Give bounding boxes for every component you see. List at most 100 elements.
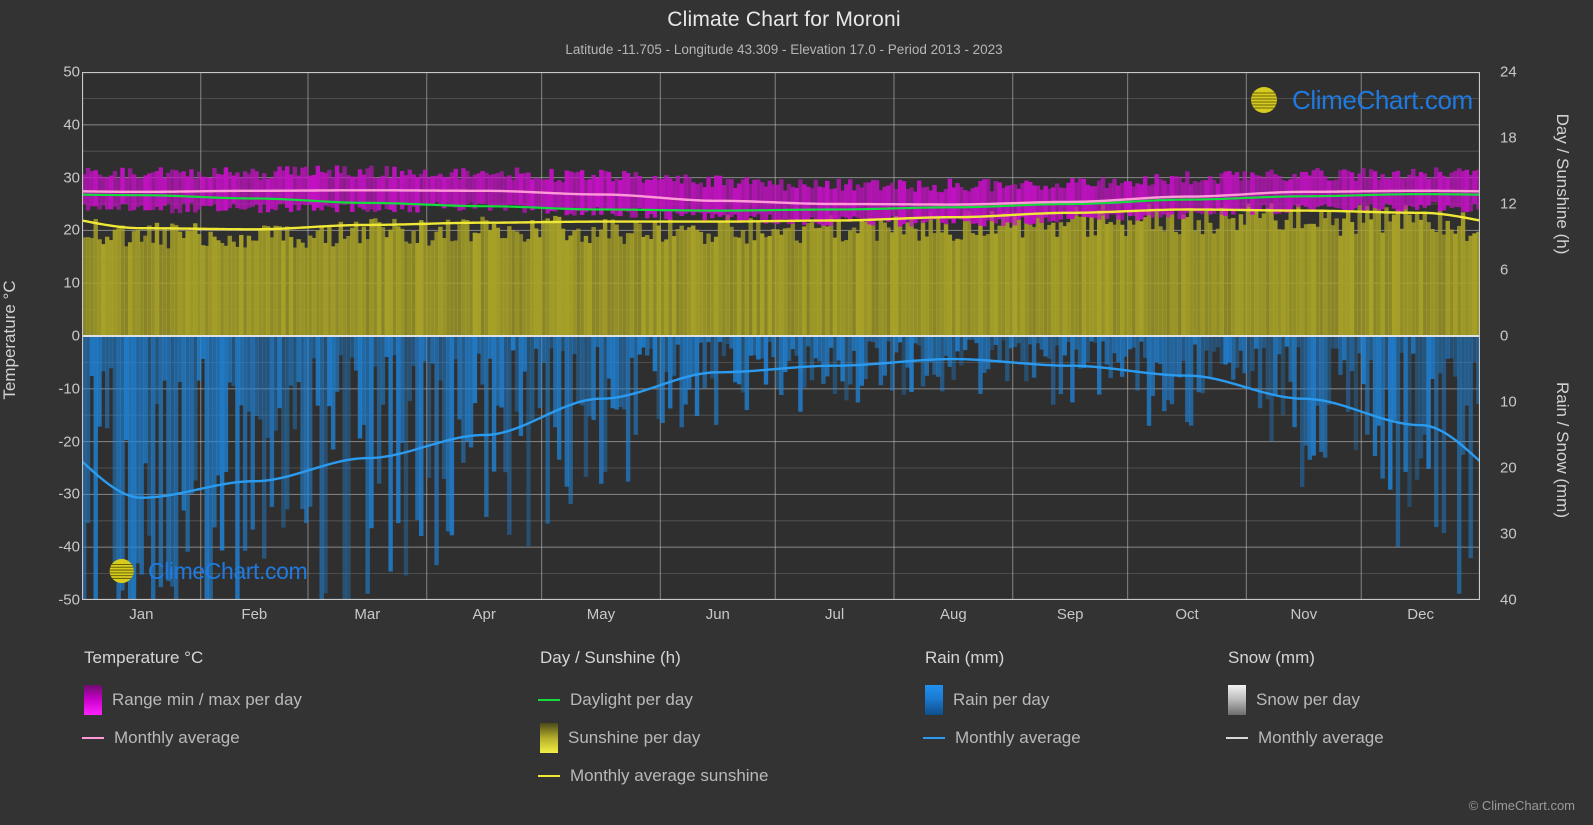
temperature-range-bar [1338,170,1343,209]
rain-bar [131,336,137,600]
sunshine-bar [848,230,853,336]
sunshine-bar [292,247,298,336]
left-tick-label: 30 [63,169,80,187]
sunshine-bar [1208,222,1213,336]
rain-bar [307,336,313,507]
sunshine-bar [602,219,608,336]
sunshine-bar [373,218,378,336]
legend-item[interactable]: Monthly average [1226,719,1384,757]
rain-bar [1204,336,1209,351]
rain-bar [135,336,141,564]
sunshine-bar [166,248,171,336]
sunshine-bar [920,220,926,336]
rain-bar [1131,336,1136,348]
sunshine-bar [1292,228,1297,336]
rain-bar [905,336,910,368]
rain-bar [859,336,864,386]
temperature-range-bar [526,172,531,207]
temperature-range-bar [1457,168,1462,208]
legend-item-label: Monthly average [114,728,240,747]
rain-bar [277,336,282,409]
sunshine-bar [541,220,547,336]
sunshine-bar [1296,204,1301,336]
sunshine-bar [579,241,585,336]
sunshine-bar [817,227,822,336]
legend-item[interactable]: Range min / max per day [84,681,302,719]
temperature-range-bar [744,177,750,221]
rain-bar [296,336,301,383]
rain-bar [1150,336,1156,396]
sunshine-bar [744,243,750,336]
legend-item[interactable]: Daylight per day [538,681,768,719]
sunshine-bar [1234,230,1240,336]
sunshine-bar [790,222,796,336]
rain-bar [1185,336,1190,423]
legend-item[interactable]: Snow per day [1228,681,1384,719]
sunshine-bar [947,234,953,336]
rain-bar [1319,336,1324,452]
x-tick-label: Jun [705,606,730,623]
sunshine-bar [560,228,566,336]
legend-item[interactable]: Monthly average sunshine [538,757,768,795]
sunshine-bar [939,232,945,336]
sunshine-bar [1426,222,1431,336]
sunshine-bar [116,228,121,336]
temperature-range-bar [1177,176,1182,220]
sunshine-bar [1135,210,1140,336]
legend-line-icon [82,737,104,739]
legend-item[interactable]: Monthly average [923,719,1081,757]
x-tick-label: Mar [354,606,381,623]
rain-bar [1192,336,1198,345]
legend-swatch-icon [84,685,102,715]
rain-bar [388,336,393,572]
temperature-range-bar [756,179,761,215]
rain-bar [1399,336,1404,353]
rain-bar [928,336,933,362]
temperature-range-bar [1357,173,1362,205]
legend-item[interactable]: Rain per day [925,681,1081,719]
sunshine-bar [204,245,209,336]
sunshine-bar [893,215,899,336]
sunshine-bar [882,222,887,336]
sunshine-bar [694,229,700,336]
rain-bar [97,336,102,427]
rain-bar [442,336,447,479]
rain-bar [625,336,631,482]
rain-bar [216,336,221,476]
rain-bar [369,336,374,529]
sunshine-bar [369,219,374,336]
rain-bar [733,336,738,383]
rain-bar [1472,336,1477,362]
legend-swatch-icon [925,685,943,715]
sunshine-bar [989,211,995,336]
rain-bar [1330,336,1336,349]
temperature-range-bar [687,177,692,213]
temperature-range-bar [541,179,547,210]
temperature-range-bar [1227,170,1232,210]
rain-bar [1154,336,1159,363]
sunshine-bar [330,246,336,336]
rain-bar [1365,336,1370,435]
legend-item[interactable]: Sunshine per day [540,719,768,757]
rain-bar [782,336,788,373]
sunshine-bar [1123,236,1129,336]
sunshine-bar [641,236,646,336]
x-tick-label: Dec [1407,606,1434,623]
rain-bar [874,336,880,349]
rain-bar [365,336,370,594]
sunshine-bar [1434,231,1439,336]
sunshine-bar [545,218,550,336]
rain-bar [1349,336,1355,372]
temperature-range-bar [1330,180,1336,207]
temperature-range-bar [763,186,769,224]
rain-bar [185,336,190,552]
temperature-range-bar [855,184,861,218]
legend-item[interactable]: Monthly average [82,719,302,757]
rain-bar [645,336,650,356]
rain-bar [246,336,252,412]
temperature-range-bar [154,171,160,207]
sunshine-bar [1047,224,1052,336]
rain-bar [503,336,508,473]
rain-bar [855,336,861,403]
x-tick-label: May [586,606,616,623]
